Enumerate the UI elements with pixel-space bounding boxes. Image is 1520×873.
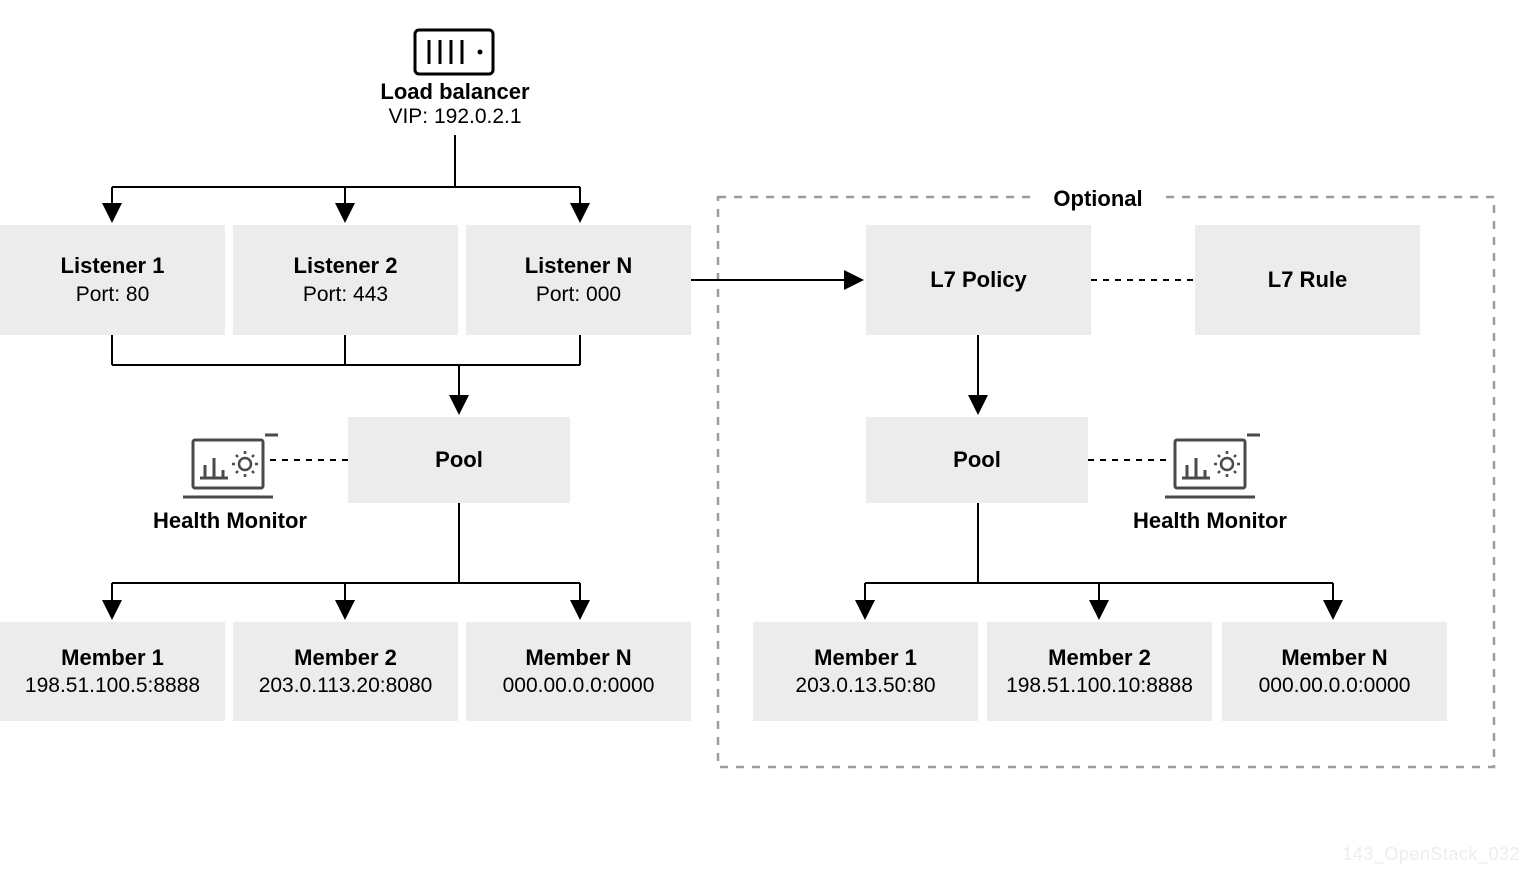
member-left-n-sub: 000.00.0.0:0000 [503,673,655,698]
member-left-2-sub: 203.0.113.20:8080 [259,673,433,698]
member-left-2-box: Member 2 203.0.113.20:8080 [233,622,458,721]
health-monitor-left-label: Health Monitor [100,508,360,534]
l7-rule-box: L7 Rule [1195,225,1420,335]
listener-2-sub: Port: 443 [303,282,388,307]
member-left-n-box: Member N 000.00.0.0:0000 [466,622,691,721]
listener-1-title: Listener 1 [61,253,165,279]
pool-left-box: Pool [348,417,570,503]
server-icon [415,30,493,74]
member-right-n-title: Member N [1281,645,1387,671]
listener-2-box: Listener 2 Port: 443 [233,225,458,335]
member-left-1-title: Member 1 [61,645,164,671]
listener-1-sub: Port: 80 [76,282,150,307]
pool-right-title: Pool [953,447,1001,473]
member-right-2-title: Member 2 [1048,645,1151,671]
l7-policy-title: L7 Policy [930,267,1027,293]
member-right-n-box: Member N 000.00.0.0:0000 [1222,622,1447,721]
listener-1-box: Listener 1 Port: 80 [0,225,225,335]
listener-n-title: Listener N [525,253,633,279]
l7-rule-title: L7 Rule [1268,267,1347,293]
pool-left-title: Pool [435,447,483,473]
member-right-1-box: Member 1 203.0.13.50:80 [753,622,978,721]
l7-policy-box: L7 Policy [866,225,1091,335]
member-left-2-title: Member 2 [294,645,397,671]
listener-n-sub: Port: 000 [536,282,621,307]
listener-2-title: Listener 2 [294,253,398,279]
load-balancer-sub: VIP: 192.0.2.1 [350,105,560,129]
member-right-n-sub: 000.00.0.0:0000 [1259,673,1411,698]
monitor-icon-left [183,435,278,497]
monitor-icon-right [1165,435,1260,497]
member-left-n-title: Member N [525,645,631,671]
pool-right-box: Pool [866,417,1088,503]
optional-label: Optional [1030,186,1166,212]
load-balancer-title: Load balancer [350,79,560,105]
health-monitor-right-label: Health Monitor [1110,508,1310,534]
member-right-2-box: Member 2 198.51.100.10:8888 [987,622,1212,721]
listener-n-box: Listener N Port: 000 [466,225,691,335]
member-left-1-box: Member 1 198.51.100.5:8888 [0,622,225,721]
member-left-1-sub: 198.51.100.5:8888 [25,673,200,698]
watermark-text: 143_OpenStack_032 [1342,844,1520,865]
diagram-lines [0,0,1520,873]
member-right-2-sub: 198.51.100.10:8888 [1006,673,1193,698]
member-right-1-sub: 203.0.13.50:80 [795,673,935,698]
member-right-1-title: Member 1 [814,645,917,671]
